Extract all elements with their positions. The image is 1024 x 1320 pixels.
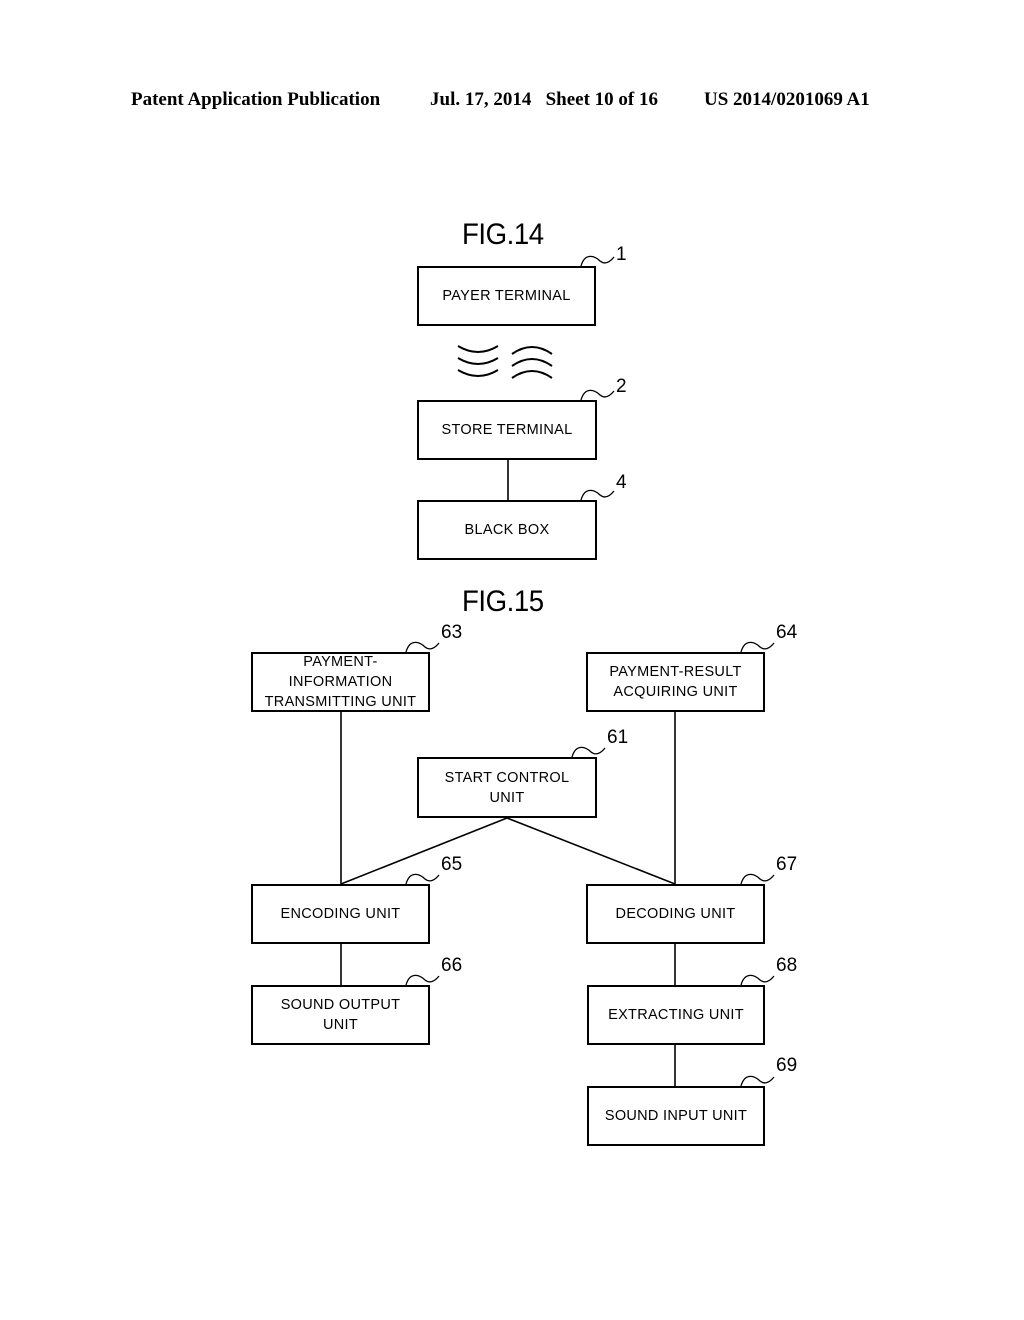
payment-information-transmitting-unit-label: PAYMENT- INFORMATION TRANSMITTING UNIT: [264, 654, 417, 710]
sound-wave-icon: [457, 345, 553, 379]
payer-terminal-label: PAYER TERMINAL: [442, 288, 571, 304]
black-box-label: BLACK BOX: [464, 522, 550, 538]
encoding-unit-block: ENCODING UNIT: [251, 884, 430, 944]
ref-66: 66: [441, 955, 463, 976]
ref-2: 2: [616, 376, 627, 397]
leader-2: [580, 389, 615, 401]
leader-1: [580, 255, 615, 267]
encoding-unit-label: ENCODING UNIT: [280, 906, 401, 922]
leader-61: [571, 746, 606, 758]
extracting-unit-block: EXTRACTING UNIT: [587, 985, 765, 1045]
connector-61-67: [506, 817, 676, 885]
leader-4: [580, 489, 615, 501]
leader-66: [405, 974, 440, 986]
ref-63: 63: [441, 622, 463, 643]
decoding-unit-label: DECODING UNIT: [615, 906, 736, 922]
ref-65: 65: [441, 854, 463, 875]
store-terminal-block: STORE TERMINAL: [417, 400, 597, 460]
leader-64: [740, 641, 775, 653]
payment-result-acquiring-unit-label: PAYMENT-RESULT ACQUIRING UNIT: [609, 664, 742, 700]
store-terminal-label: STORE TERMINAL: [441, 422, 573, 438]
payment-result-acquiring-unit-block: PAYMENT-RESULT ACQUIRING UNIT: [586, 652, 765, 712]
start-control-unit-label: START CONTROL UNIT: [444, 769, 570, 806]
sound-output-unit-block: SOUND OUTPUT UNIT: [251, 985, 430, 1045]
black-box-block: BLACK BOX: [417, 500, 597, 560]
leader-69: [740, 1075, 775, 1087]
sound-input-unit-label: SOUND INPUT UNIT: [604, 1108, 748, 1124]
payer-terminal-block: PAYER TERMINAL: [417, 266, 596, 326]
ref-1: 1: [616, 244, 627, 265]
leader-63: [405, 641, 440, 653]
connector-61-65: [340, 817, 508, 885]
sound-output-unit-label: SOUND OUTPUT UNIT: [280, 997, 401, 1033]
fig14-title: FIG.14: [462, 218, 544, 251]
leader-67: [740, 873, 775, 885]
start-control-unit-block: START CONTROL UNIT: [417, 757, 597, 818]
ref-4: 4: [616, 472, 627, 493]
sound-input-unit-block: SOUND INPUT UNIT: [587, 1086, 765, 1146]
extracting-unit-label: EXTRACTING UNIT: [608, 1007, 744, 1023]
ref-61: 61: [607, 727, 629, 748]
decoding-unit-block: DECODING UNIT: [586, 884, 765, 944]
ref-64: 64: [776, 622, 798, 643]
ref-67: 67: [776, 854, 798, 875]
connector-layer: [340, 255, 775, 1087]
ref-69: 69: [776, 1055, 798, 1076]
fig15-title: FIG.15: [462, 585, 544, 618]
payment-information-transmitting-unit-block: PAYMENT- INFORMATION TRANSMITTING UNIT: [251, 652, 430, 712]
leader-68: [740, 974, 775, 986]
leader-65: [405, 873, 440, 885]
ref-68: 68: [776, 955, 798, 976]
